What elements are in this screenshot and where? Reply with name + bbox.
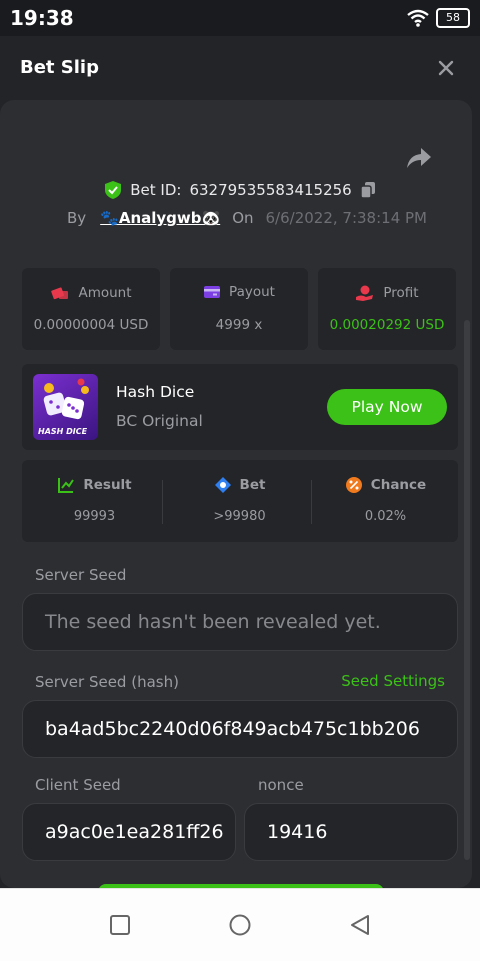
result-column: Result 99993	[22, 460, 167, 542]
result-header: Result	[22, 476, 167, 494]
result-value: 99993	[73, 509, 116, 524]
result-chart-icon	[58, 478, 75, 493]
close-icon[interactable]	[434, 56, 458, 80]
client-seed-label: Client Seed	[35, 776, 121, 794]
result-label: Result	[83, 477, 132, 493]
share-icon[interactable]	[406, 146, 432, 170]
game-card: HASH DICE Hash Dice BC Original Play Now	[22, 364, 458, 450]
payout-label: Payout	[229, 284, 275, 300]
server-seed-hash-field[interactable]: ba4ad5bc2240d06f849acb475c1bb206	[22, 700, 458, 758]
game-name: Hash Dice	[116, 383, 195, 401]
server-seed-label: Server Seed	[35, 566, 127, 584]
on-label: On	[232, 209, 254, 227]
battery-indicator: 58	[436, 8, 470, 28]
amount-icon	[51, 287, 69, 300]
dice-icon: HASH DICE	[38, 378, 89, 436]
home-icon[interactable]	[228, 913, 252, 937]
recent-apps-icon[interactable]	[108, 913, 132, 937]
back-icon[interactable]	[348, 913, 372, 937]
server-seed-hash-label: Server Seed (hash)	[35, 673, 179, 691]
profit-card: Profit 0.00020292 USD	[318, 268, 456, 350]
amount-header: Amount	[22, 284, 160, 302]
page-title: Bet Slip	[20, 57, 99, 78]
divider	[311, 480, 312, 524]
chance-header: Chance	[313, 476, 458, 494]
payout-icon	[204, 286, 221, 298]
status-time: 19:38	[10, 6, 74, 30]
seed-settings-link[interactable]: Seed Settings	[341, 672, 445, 690]
divider	[162, 480, 163, 524]
hash-dice-thumbnail[interactable]: HASH DICE	[33, 374, 98, 440]
profit-header: Profit	[318, 284, 456, 302]
profit-icon	[356, 285, 374, 301]
copy-icon[interactable]	[359, 181, 376, 199]
play-now-button[interactable]: Play Now	[327, 389, 447, 425]
status-bar: 19:38 58	[0, 0, 480, 36]
result-card: Result 99993 Bet >99980 Chance 0.02%	[22, 460, 458, 542]
amount-label: Amount	[78, 285, 132, 301]
server-seed-field[interactable]: The seed hasn't been revealed yet.	[22, 593, 458, 651]
chance-label: Chance	[370, 477, 427, 493]
payout-value: 4999 x	[215, 317, 263, 333]
nonce-field[interactable]: 19416	[244, 803, 458, 861]
bet-header: Bet	[167, 476, 312, 494]
client-seed-field[interactable]: a9ac0e1ea281ff26	[22, 803, 236, 861]
profit-value: 0.00020292 USD	[329, 317, 445, 333]
scrollbar[interactable]	[464, 320, 470, 860]
by-label: By	[67, 209, 87, 227]
username-link[interactable]: 🐾Analygwb🐼	[100, 209, 220, 227]
system-nav-bar	[0, 888, 480, 961]
bet-id-value: 63279535583415256	[189, 181, 352, 199]
shield-check-icon	[105, 181, 122, 199]
payout-card: Payout 4999 x	[170, 268, 308, 350]
profit-label: Profit	[383, 285, 419, 301]
thumb-text: HASH DICE	[38, 427, 88, 436]
percent-icon	[345, 477, 362, 493]
bet-author-row: By 🐾Analygwb🐼 On 6/6/2022, 7:38:14 PM	[67, 209, 427, 227]
wifi-icon	[407, 9, 429, 27]
game-subtitle: BC Original	[116, 412, 203, 430]
bet-date: 6/6/2022, 7:38:14 PM	[265, 209, 427, 227]
nonce-label: nonce	[258, 776, 304, 794]
status-icons: 58	[406, 8, 470, 28]
bet-label: Bet	[239, 477, 266, 493]
bet-value: >99980	[213, 509, 266, 524]
amount-value: 0.00000004 USD	[33, 317, 149, 333]
bet-column: Bet >99980	[167, 460, 312, 542]
chance-column: Chance 0.02%	[313, 460, 458, 542]
amount-card: Amount 0.00000004 USD	[22, 268, 160, 350]
bet-tag-icon	[214, 477, 231, 493]
bet-id-row: Bet ID: 63279535583415256	[0, 180, 480, 200]
bet-id-label: Bet ID:	[130, 181, 182, 199]
payout-header: Payout	[170, 284, 308, 300]
chance-value: 0.02%	[364, 509, 407, 524]
